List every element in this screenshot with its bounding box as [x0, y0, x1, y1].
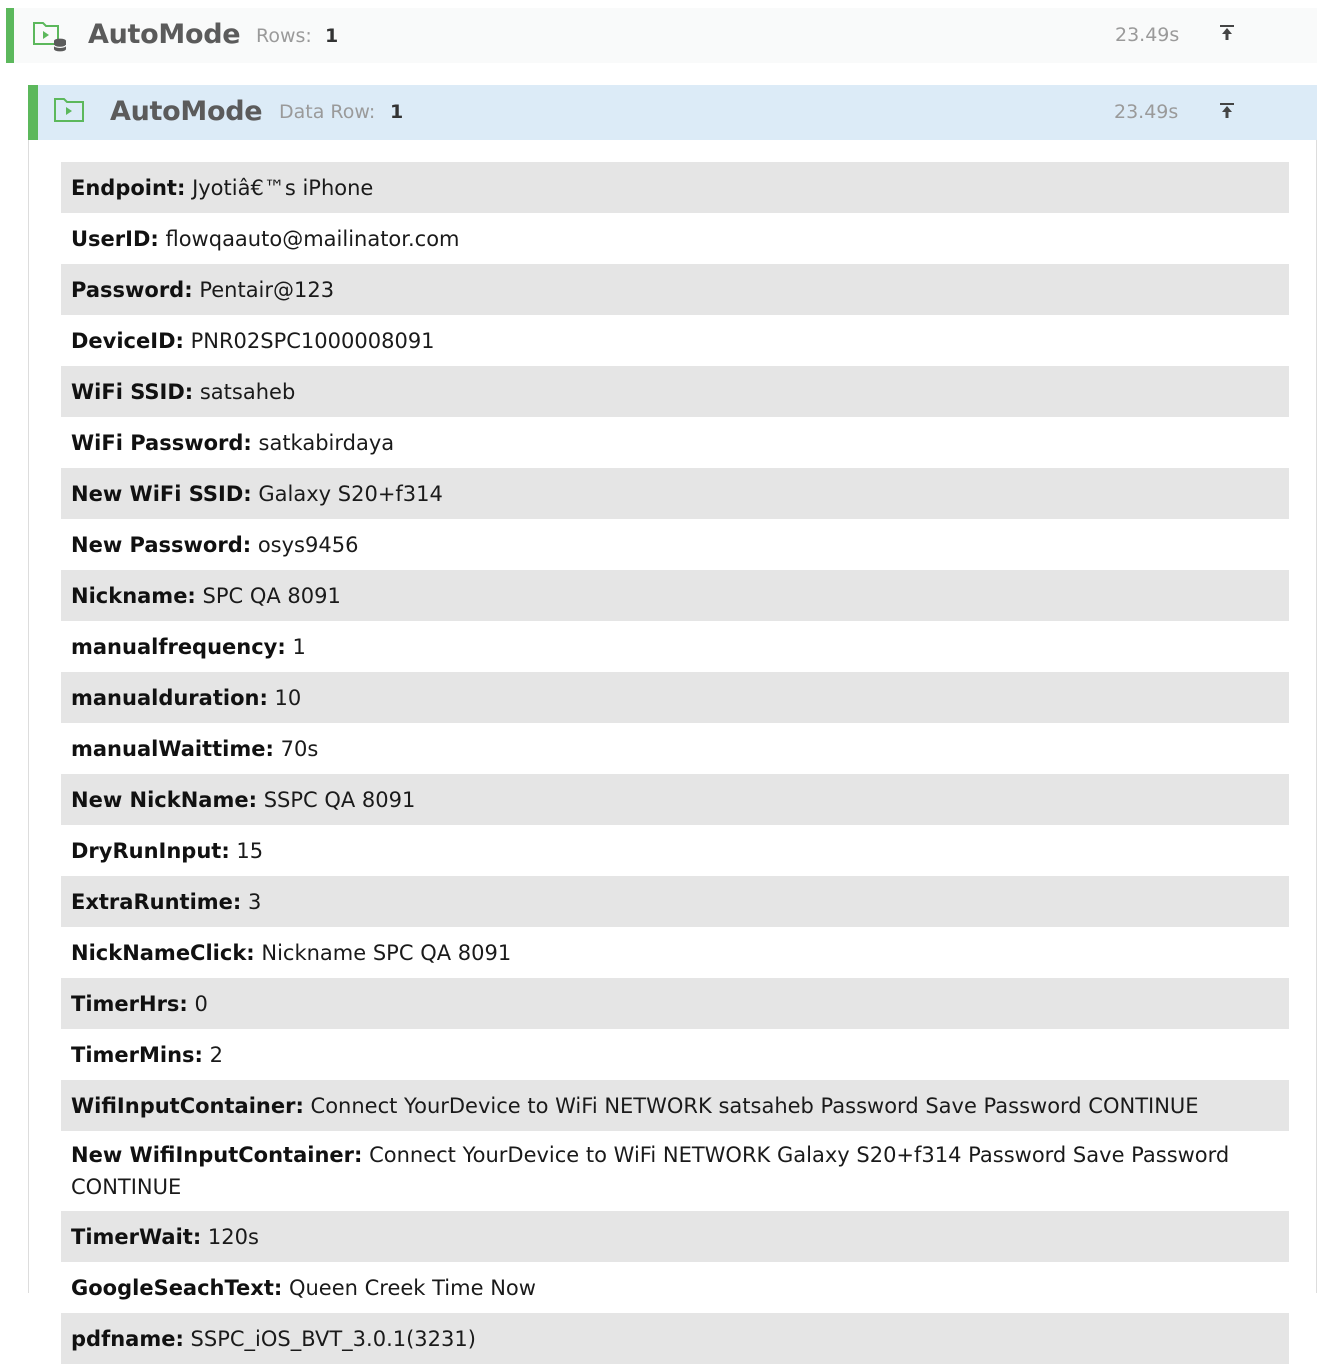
param-row: Nickname: SPC QA 8091 [61, 570, 1289, 621]
param-value: flowqaauto@mailinator.com [165, 227, 460, 251]
param-row: WiFi Password: satkabirdaya [61, 417, 1289, 468]
param-key: manualduration: [71, 686, 268, 710]
param-key: NickNameClick: [71, 941, 255, 965]
param-value: 1 [292, 635, 306, 659]
param-key: WiFi SSID: [71, 380, 194, 404]
param-row: New Password: osys9456 [61, 519, 1289, 570]
param-row: UserID: flowqaauto@mailinator.com [61, 213, 1289, 264]
test-title: AutoMode [88, 19, 241, 50]
param-row: New WifiInputContainer: Connect YourDevi… [61, 1131, 1289, 1211]
param-key: New WiFi SSID: [71, 482, 252, 506]
param-value: osys9456 [257, 533, 359, 557]
param-key: ExtraRuntime: [71, 890, 242, 914]
param-key: New Password: [71, 533, 252, 557]
test-data-icon [32, 20, 68, 54]
param-row: manualWaittime: 70s [61, 723, 1289, 774]
parameter-list: Endpoint: Jyotiâ€™s iPhone UserID: flowq… [61, 162, 1289, 1364]
param-value: 120s [207, 1225, 259, 1249]
param-key: WifiInputContainer: [71, 1094, 304, 1118]
param-value: Queen Creek Time Now [288, 1276, 536, 1300]
param-value: Jyotiâ€™s iPhone [192, 176, 374, 200]
param-value: satsaheb [199, 380, 296, 404]
param-value: 3 [247, 890, 262, 914]
param-value: 0 [194, 992, 208, 1016]
param-row: New NickName: SSPC QA 8091 [61, 774, 1289, 825]
param-key: New NickName: [71, 788, 257, 812]
param-value: Galaxy S20+f314 [258, 482, 443, 506]
param-value: Nickname SPC QA 8091 [261, 941, 512, 965]
play-folder-icon [53, 96, 85, 124]
param-key: manualfrequency: [71, 635, 286, 659]
param-value: Pentair@123 [199, 278, 335, 302]
param-row: ExtraRuntime: 3 [61, 876, 1289, 927]
param-key: Password: [71, 278, 193, 302]
rows-count: 1 [325, 25, 339, 47]
param-key: pdfname: [71, 1327, 184, 1351]
param-row: TimerHrs: 0 [61, 978, 1289, 1029]
param-key: DeviceID: [71, 329, 184, 353]
param-value: Connect YourDevice to WiFi NETWORK satsa… [310, 1094, 1199, 1118]
param-value: SSPC QA 8091 [263, 788, 416, 812]
param-row: WifiInputContainer: Connect YourDevice t… [61, 1080, 1289, 1131]
param-value: 70s [280, 737, 319, 761]
param-key: TimerMins: [71, 1043, 203, 1067]
param-row: DeviceID: PNR02SPC1000008091 [61, 315, 1289, 366]
param-row: pdfname: SSPC_iOS_BVT_3.0.1(3231) [61, 1313, 1289, 1364]
data-row-duration: 23.49s [1114, 101, 1179, 123]
param-key: WiFi Password: [71, 431, 252, 455]
param-key: TimerHrs: [71, 992, 188, 1016]
data-row-header[interactable]: AutoMode Data Row: 1 23.49s [28, 85, 1317, 140]
data-row-body: Endpoint: Jyotiâ€™s iPhone UserID: flowq… [28, 140, 1317, 1364]
param-row: WiFi SSID: satsaheb [61, 366, 1289, 417]
param-row: NickNameClick: Nickname SPC QA 8091 [61, 927, 1289, 978]
param-value: 15 [236, 839, 264, 863]
param-row: Password: Pentair@123 [61, 264, 1289, 315]
param-key: TimerWait: [71, 1225, 202, 1249]
param-row: Endpoint: Jyotiâ€™s iPhone [61, 162, 1289, 213]
collapse-up-icon[interactable] [1216, 22, 1238, 44]
test-header[interactable]: AutoMode Rows: 1 23.49s [6, 8, 1317, 63]
param-row: manualduration: 10 [61, 672, 1289, 723]
param-value: SSPC_iOS_BVT_3.0.1(3231) [190, 1327, 476, 1351]
param-key: manualWaittime: [71, 737, 274, 761]
param-value: PNR02SPC1000008091 [190, 329, 435, 353]
param-value: 2 [209, 1043, 224, 1067]
param-row: TimerWait: 120s [61, 1211, 1289, 1262]
param-row: GoogleSeachText: Queen Creek Time Now [61, 1262, 1289, 1313]
param-row: TimerMins: 2 [61, 1029, 1289, 1080]
param-row: DryRunInput: 15 [61, 825, 1289, 876]
test-duration: 23.49s [1115, 24, 1180, 46]
param-key: Nickname: [71, 584, 196, 608]
param-value: 10 [274, 686, 302, 710]
rows-label: Rows: [256, 25, 312, 47]
param-key: Endpoint: [71, 176, 186, 200]
data-row-number: 1 [390, 101, 404, 123]
param-value: satkabirdaya [258, 431, 395, 455]
collapse-up-icon[interactable] [1216, 100, 1238, 122]
param-value: SPC QA 8091 [202, 584, 341, 608]
param-key: New WifiInputContainer: [71, 1143, 363, 1167]
param-key: GoogleSeachText: [71, 1276, 283, 1300]
param-row: New WiFi SSID: Galaxy S20+f314 [61, 468, 1289, 519]
param-key: UserID: [71, 227, 159, 251]
param-key: DryRunInput: [71, 839, 230, 863]
data-row-label: Data Row: [279, 101, 376, 123]
data-row-title: AutoMode [110, 96, 263, 127]
param-row: manualfrequency: 1 [61, 621, 1289, 672]
